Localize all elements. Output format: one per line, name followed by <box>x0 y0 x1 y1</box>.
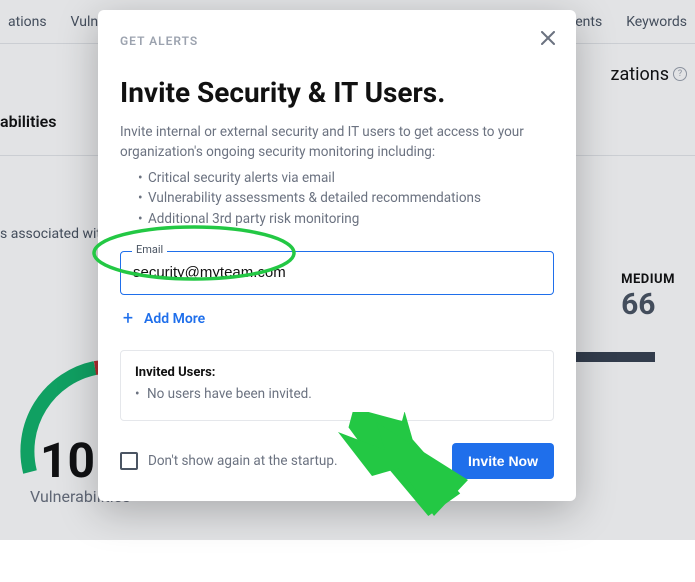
bullet-item: Critical security alerts via email <box>138 168 554 188</box>
modal-bullets: Critical security alerts via email Vulne… <box>120 168 554 229</box>
invited-users-box: Invited Users: No users have been invite… <box>120 350 554 421</box>
add-more-button[interactable]: + Add More <box>120 311 205 327</box>
dont-show-checkbox[interactable]: Don't show again at the startup. <box>120 452 338 470</box>
modal-title: Invite Security & IT Users. <box>120 76 554 109</box>
email-field-label: Email <box>132 243 167 256</box>
invited-users-empty: No users have been invited. <box>135 386 539 402</box>
bullet-item: Additional 3rd party risk monitoring <box>138 209 554 229</box>
bullet-item: Vulnerability assessments & detailed rec… <box>138 188 554 208</box>
checkbox-icon <box>120 452 138 470</box>
invited-users-label: Invited Users: <box>135 365 539 380</box>
plus-icon: + <box>120 311 136 327</box>
add-more-label: Add More <box>144 311 205 327</box>
invite-modal: GET ALERTS Invite Security & IT Users. I… <box>98 10 576 501</box>
dont-show-label: Don't show again at the startup. <box>148 453 338 469</box>
modal-description: Invite internal or external security and… <box>120 123 554 162</box>
modal-kicker: GET ALERTS <box>120 34 554 48</box>
close-icon[interactable] <box>538 28 558 48</box>
email-field[interactable] <box>120 251 554 295</box>
invite-now-button[interactable]: Invite Now <box>452 443 554 479</box>
